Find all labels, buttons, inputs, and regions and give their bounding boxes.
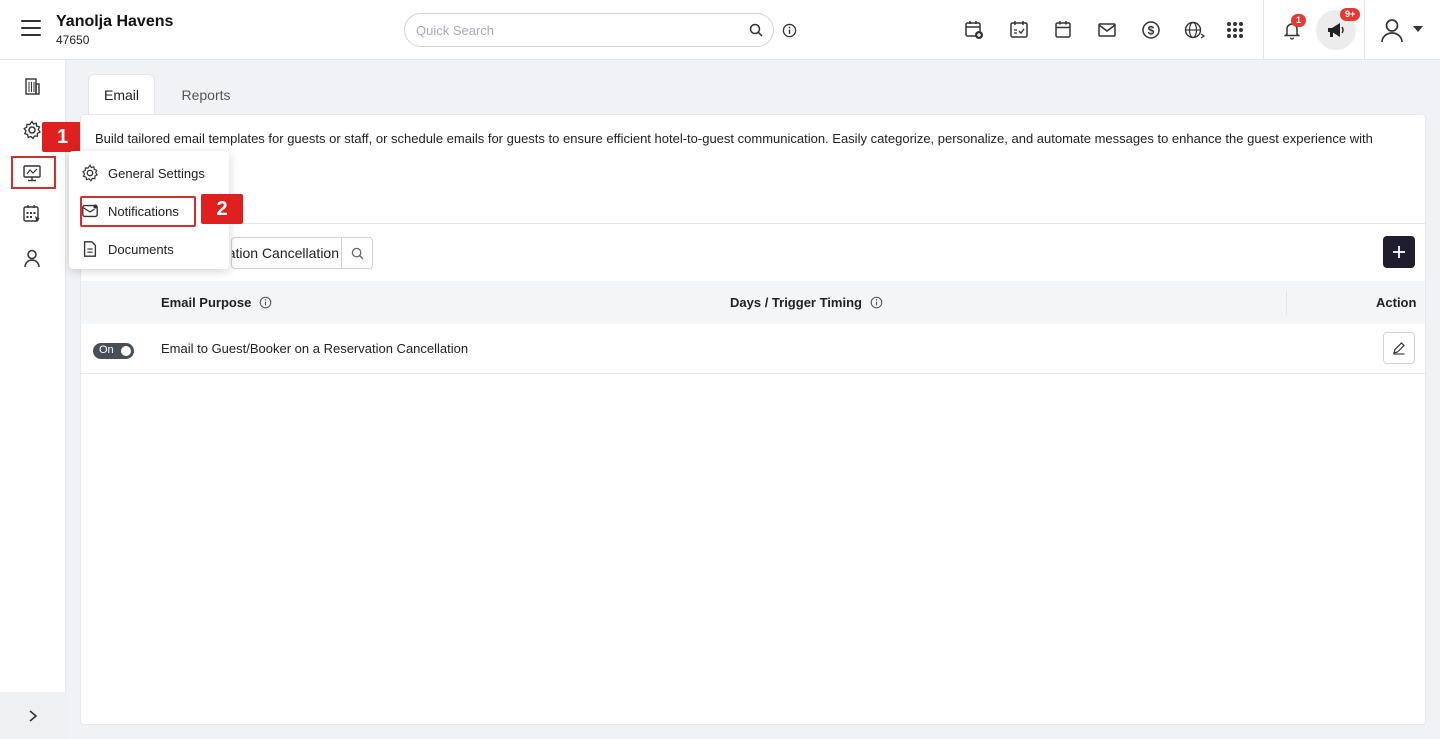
header-divider	[1364, 0, 1365, 60]
column-header-action: Action	[1376, 295, 1417, 310]
chevron-right-icon	[29, 709, 38, 722]
email-purpose-cell: Email to Guest/Booker on a Reservation C…	[161, 341, 469, 356]
page-description: Build tailored email templates for guest…	[95, 131, 1373, 146]
enable-toggle[interactable]: On	[93, 343, 134, 359]
menu-item-label: Documents	[108, 241, 174, 257]
calendar-icon[interactable]	[1052, 19, 1074, 41]
search-icon	[351, 247, 364, 260]
megaphone-icon	[1328, 23, 1344, 37]
document-icon	[83, 241, 97, 257]
edit-button[interactable]	[1383, 332, 1415, 364]
user-icon[interactable]	[21, 247, 43, 269]
gear-icon	[82, 164, 99, 182]
expand-sidebar-button[interactable]	[0, 692, 66, 739]
monitor-settings-icon[interactable]	[21, 162, 43, 184]
filter-search-button[interactable]	[341, 237, 373, 269]
search-placeholder: Quick Search	[416, 23, 495, 38]
search-icon[interactable]	[749, 23, 763, 37]
filter-value: Email to Guest/Booker on a Reservation C…	[232, 245, 339, 261]
column-label: Email Purpose	[161, 295, 252, 310]
toggle-knob	[121, 346, 131, 356]
info-icon[interactable]	[259, 296, 272, 309]
pencil-icon	[1393, 342, 1405, 355]
chevron-down-icon[interactable]	[1413, 26, 1423, 32]
column-divider	[1286, 291, 1287, 315]
apps-grid-icon[interactable]	[1224, 19, 1246, 41]
mail-icon[interactable]	[1096, 19, 1118, 41]
user-account-icon[interactable]	[1379, 17, 1405, 43]
tab-reports[interactable]: Reports	[178, 74, 234, 115]
notification-badge: 1	[1291, 14, 1307, 27]
left-sidebar	[0, 60, 66, 739]
column-label: Days / Trigger Timing	[730, 295, 862, 310]
tab-email[interactable]: Email	[88, 74, 155, 115]
table-row: On Email to Guest/Booker on a Reservatio…	[81, 324, 1425, 374]
calendar-grid-icon[interactable]	[21, 203, 43, 225]
globe-icon[interactable]	[1184, 19, 1206, 41]
top-header: Yanolja Havens 47650 Quick Search $ 1 9+	[0, 0, 1440, 60]
menu-item-documents[interactable]: Documents	[81, 234, 174, 264]
calendar-add-icon[interactable]	[963, 19, 985, 41]
column-header-timing: Days / Trigger Timing	[730, 295, 883, 310]
hotel-id: 47650	[56, 33, 90, 47]
announcement-badge: 9+	[1340, 8, 1361, 21]
info-icon[interactable]	[782, 23, 797, 38]
quick-search-input[interactable]: Quick Search	[404, 13, 774, 47]
divider	[81, 223, 1425, 224]
building-icon[interactable]	[21, 75, 43, 97]
gear-icon[interactable]	[21, 119, 43, 141]
dollar-icon[interactable]: $	[1140, 19, 1162, 41]
hotel-name: Yanolja Havens	[56, 13, 174, 30]
info-icon[interactable]	[870, 296, 883, 309]
email-panel: Build tailored email templates for guest…	[80, 114, 1426, 725]
add-template-button[interactable]	[1383, 236, 1415, 268]
step-marker-2: 2	[201, 194, 243, 224]
plus-icon	[1393, 246, 1405, 258]
table-header: Email Purpose Days / Trigger Timing Acti…	[81, 281, 1425, 324]
header-divider	[1263, 0, 1264, 60]
highlight-box-2	[80, 196, 196, 227]
column-header-purpose: Email Purpose	[161, 295, 272, 310]
hamburger-menu-icon[interactable]	[21, 20, 41, 38]
toggle-label: On	[99, 344, 114, 356]
menu-item-label: General Settings	[108, 165, 205, 181]
calendar-check-icon[interactable]	[1008, 19, 1030, 41]
step-marker-1: 1	[42, 122, 83, 152]
svg-text:$: $	[1148, 24, 1155, 38]
menu-item-general-settings[interactable]: General Settings	[81, 158, 205, 188]
